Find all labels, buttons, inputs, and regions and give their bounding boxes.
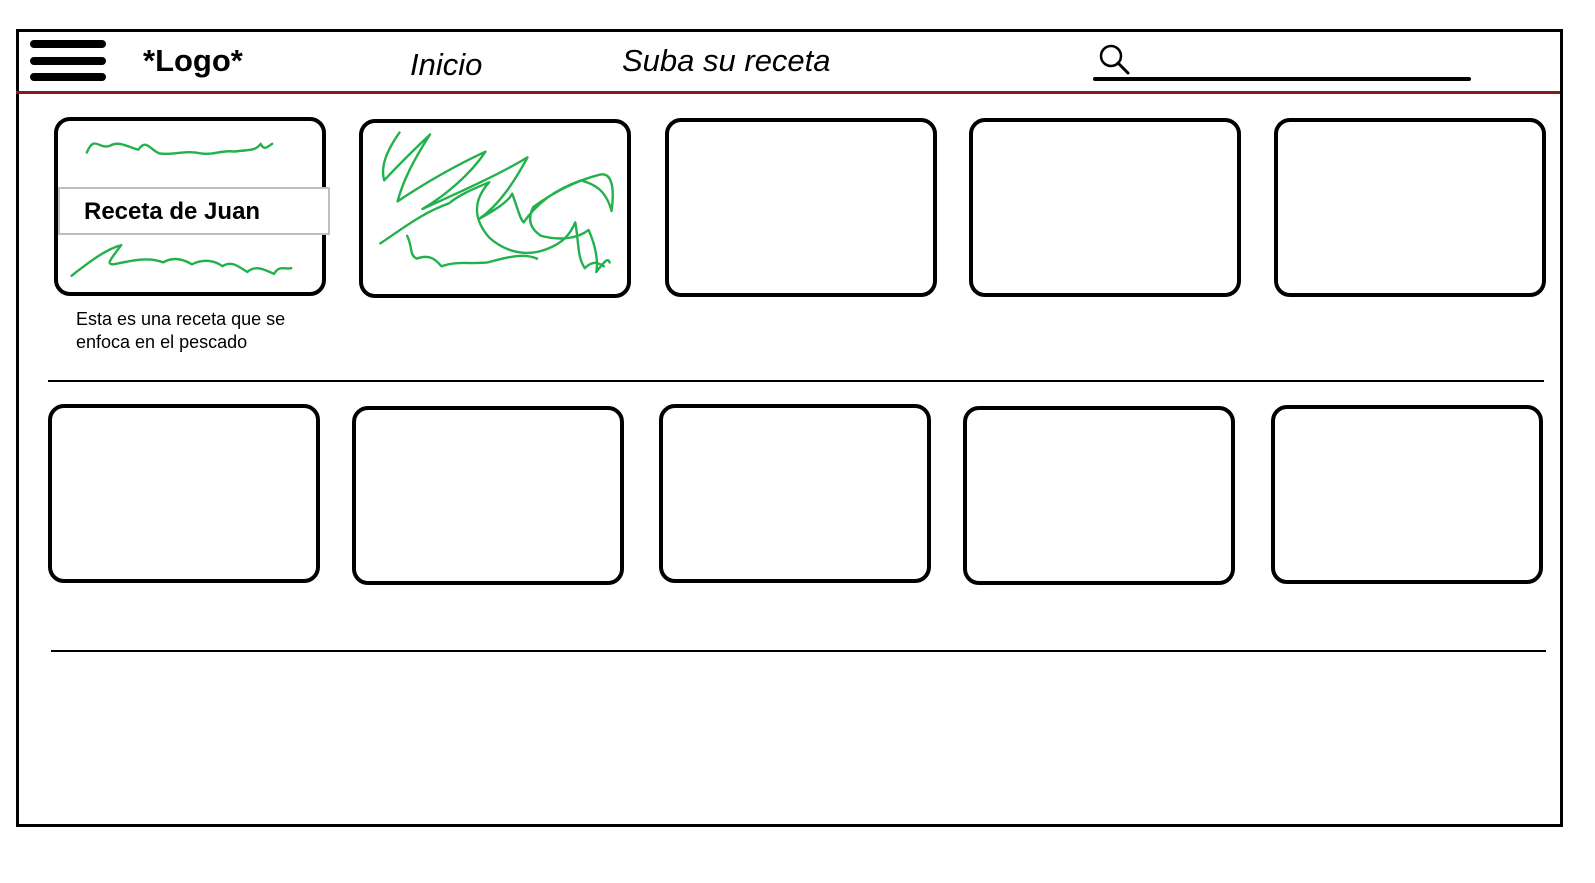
recipe-card-4[interactable]	[969, 118, 1241, 297]
recipe-title: Receta de Juan	[84, 198, 261, 225]
recipe-card-5[interactable]	[1274, 118, 1546, 297]
recipe-card-8[interactable]	[659, 404, 931, 583]
recipe-card-2[interactable]	[359, 119, 631, 298]
recipe-card-3[interactable]	[665, 118, 937, 297]
search-input[interactable]	[1093, 77, 1471, 81]
recipe-card-featured[interactable]: Receta de Juan	[54, 117, 330, 296]
recipe-card-6[interactable]	[48, 404, 320, 583]
recipe-description: Esta es una receta que se enfoca en el p…	[76, 309, 286, 352]
recipe-card-7[interactable]	[352, 406, 624, 585]
menu-bar	[30, 73, 106, 81]
nav-home-link[interactable]: Inicio	[410, 49, 482, 80]
hamburger-menu-icon[interactable]	[30, 40, 106, 82]
menu-bar	[30, 40, 106, 48]
menu-bar	[30, 57, 106, 65]
recipe-card-10[interactable]	[1271, 405, 1543, 584]
nav-upload-recipe-link[interactable]: Suba su receta	[622, 45, 831, 76]
header-divider	[16, 91, 1560, 94]
recipe-card-9[interactable]	[963, 406, 1235, 585]
recipe-title-box: Receta de Juan	[58, 187, 330, 235]
logo[interactable]: *Logo*	[143, 45, 243, 76]
recipe-image-placeholder	[379, 131, 614, 274]
row-divider	[48, 380, 1544, 382]
row-divider	[51, 650, 1546, 652]
search-icon[interactable]	[1097, 43, 1133, 79]
